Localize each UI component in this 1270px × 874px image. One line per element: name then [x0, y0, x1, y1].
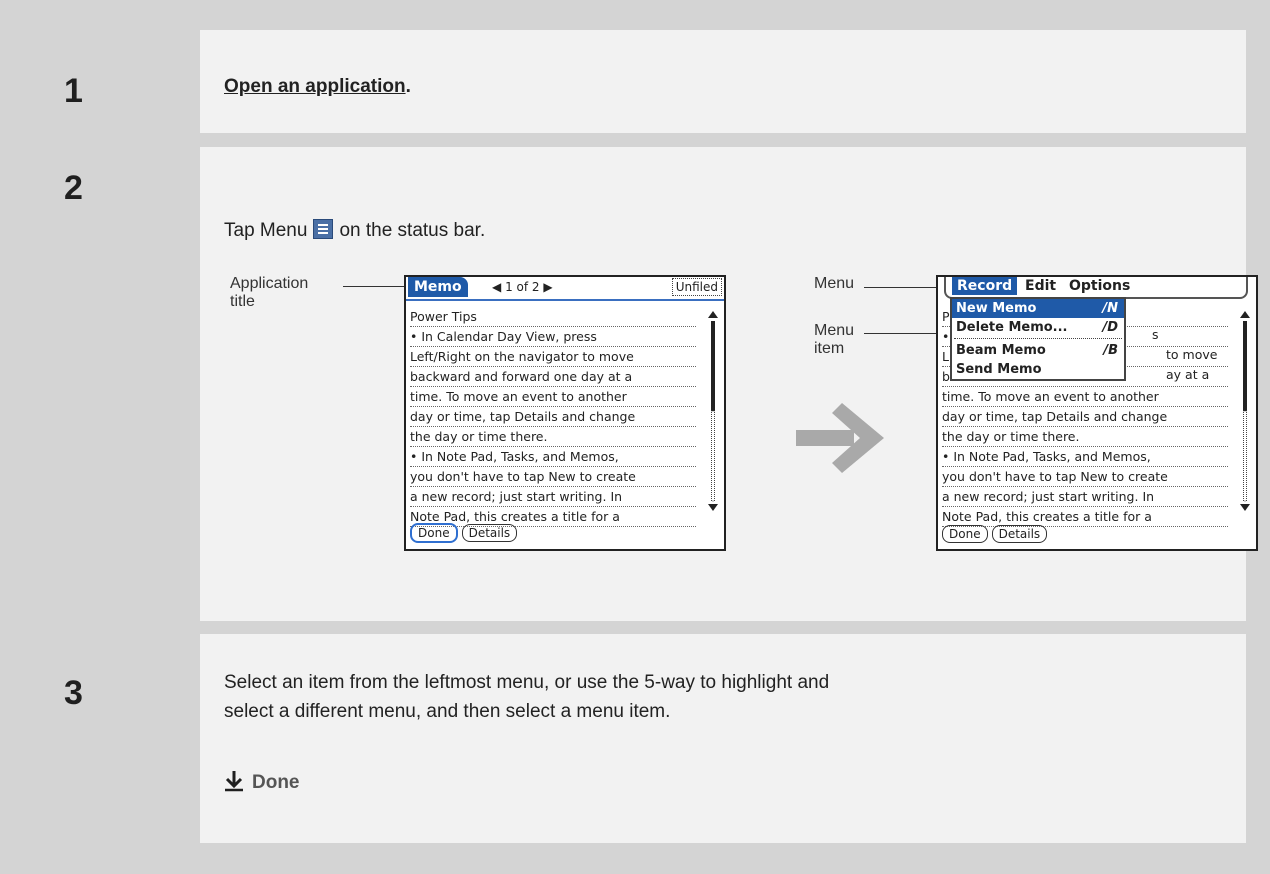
menu-item-new-memo[interactable]: New Memo/N [952, 299, 1124, 318]
next-arrow-icon[interactable]: ▶ [543, 280, 552, 294]
step-number-cell: 2 [24, 147, 200, 621]
instruction-text: Tap Menu [224, 220, 308, 241]
callout-application-title: Application title [230, 275, 308, 311]
menu-item-label: New Memo [956, 301, 1037, 316]
callout-text: Menu [814, 322, 855, 339]
scrollbar[interactable] [708, 311, 718, 511]
memo-line: Note Pad, this creates a title for a [942, 507, 1228, 527]
button-row: Done Details [942, 525, 1051, 543]
memo-line: day or time, tap Details and change [942, 407, 1228, 427]
page-count: 1 of 2 [505, 280, 540, 294]
step-number: 1 [64, 72, 83, 110]
callout-menu: Menu [814, 275, 854, 293]
memo-line: day or time, tap Details and change [410, 407, 696, 427]
menu-options[interactable]: Options [1064, 277, 1135, 295]
tap-menu-instruction: Tap Menu on the status bar. [224, 219, 485, 242]
memo-line: • In Note Pad, Tasks, and Memos, [942, 447, 1228, 467]
step-content: Tap Menu on the status bar. Application t… [200, 147, 1258, 621]
callout-text: item [814, 340, 845, 357]
callout-text: Menu [814, 275, 855, 292]
step-content: Open an application. [200, 30, 1246, 133]
open-application-link[interactable]: Open an application [224, 76, 406, 97]
instruction-text: on the status bar. [339, 220, 486, 241]
details-button[interactable]: Details [991, 525, 1048, 543]
menu-item-delete-memo[interactable]: Delete Memo... /D [952, 318, 1124, 337]
memo-fragment: to move [1166, 347, 1218, 362]
scrollbar[interactable] [1240, 311, 1250, 511]
menu-separator [954, 338, 1122, 340]
callout-menu-item: Menu item [814, 322, 854, 358]
prev-arrow-icon[interactable]: ◀ [492, 280, 501, 294]
memo-fragment: s [1152, 327, 1159, 342]
shortcut-label: /N [1102, 301, 1118, 316]
details-button[interactable]: Details [461, 524, 518, 542]
select-menu-instruction: Select an item from the leftmost menu, o… [224, 672, 830, 722]
menu-icon [313, 219, 334, 239]
category-picker[interactable]: Unfiled [671, 278, 722, 296]
memo-line: • In Calendar Day View, press [410, 327, 696, 347]
pda-screen-menu-open: P • L b time. To move an event to anothe… [936, 275, 1258, 551]
memo-line: the day or time there. [942, 427, 1228, 447]
step-content: Select an item from the leftmost menu, o… [200, 634, 1246, 843]
leader-line [864, 287, 938, 288]
memo-line: • In Note Pad, Tasks, and Memos, [410, 447, 696, 467]
memo-line: Power Tips [410, 307, 696, 327]
menu-record[interactable]: Record [952, 277, 1018, 295]
step-number-cell: 1 [24, 30, 200, 133]
menu-item-send-memo[interactable]: Send Memo [952, 360, 1124, 379]
menu-item-label: Send Memo [956, 362, 1042, 377]
done-label: Done [252, 772, 300, 793]
step-2: 2 Tap Menu on the status bar. Application… [24, 147, 1258, 621]
memo-text: Power Tips • In Calendar Day View, press… [410, 307, 696, 527]
shortcut-label: /B [1103, 343, 1118, 358]
memo-line: you don't have to tap New to create [410, 467, 696, 487]
menu-item-label: Beam Memo [956, 343, 1046, 358]
leader-line [343, 286, 405, 287]
callout-text: Application [230, 275, 309, 292]
step-1: 1 Open an application. [24, 30, 1246, 133]
step-number-cell: 3 [24, 634, 200, 843]
done-button[interactable]: Done [942, 525, 988, 543]
page-frame: 1 Open an application. 2 Tap Menu on the … [0, 0, 1270, 874]
leader-line [864, 333, 936, 334]
period: . [405, 76, 411, 97]
callout-text: title [230, 293, 255, 310]
pda-screen-memo: Memo ◀ 1 of 2 ▶ Unfiled Power Tips • In … [404, 275, 726, 551]
memo-fragment: ay at a [1166, 367, 1210, 382]
step-3: 3 Select an item from the leftmost menu,… [24, 634, 1246, 843]
memo-line: backward and forward one day at a [410, 367, 696, 387]
memo-line: you don't have to tap New to create [942, 467, 1228, 487]
record-dropdown: New Memo/N Delete Memo.../D Beam Memo/B … [950, 297, 1126, 381]
menu-edit[interactable]: Edit [1020, 277, 1061, 295]
pager: ◀ 1 of 2 ▶ [492, 279, 553, 295]
menu-item-beam-memo[interactable]: Beam Memo/B [952, 341, 1124, 360]
memo-line: time. To move an event to another [410, 387, 696, 407]
memo-line: a new record; just start writing. In [942, 487, 1228, 507]
shortcut-label: /D [1102, 320, 1118, 335]
app-title[interactable]: Memo [408, 277, 468, 297]
step-number: 2 [64, 169, 83, 207]
menu-item-label: Delete Memo... [956, 320, 1068, 335]
done-marker: Done [224, 770, 300, 794]
memo-line: time. To move an event to another [942, 387, 1228, 407]
button-row: Done Details [410, 523, 521, 543]
step-number: 3 [64, 674, 83, 712]
memo-line: the day or time there. [410, 427, 696, 447]
memo-line: a new record; just start writing. In [410, 487, 696, 507]
open-application-instruction: Open an application. [224, 76, 411, 98]
right-arrow-icon [796, 403, 884, 473]
done-button[interactable]: Done [410, 523, 458, 543]
down-arrow-icon [225, 771, 243, 792]
memo-line: Left/Right on the navigator to move [410, 347, 696, 367]
title-bar: Memo ◀ 1 of 2 ▶ Unfiled [406, 277, 724, 301]
menu-bar: Record Edit Options [944, 277, 1248, 299]
